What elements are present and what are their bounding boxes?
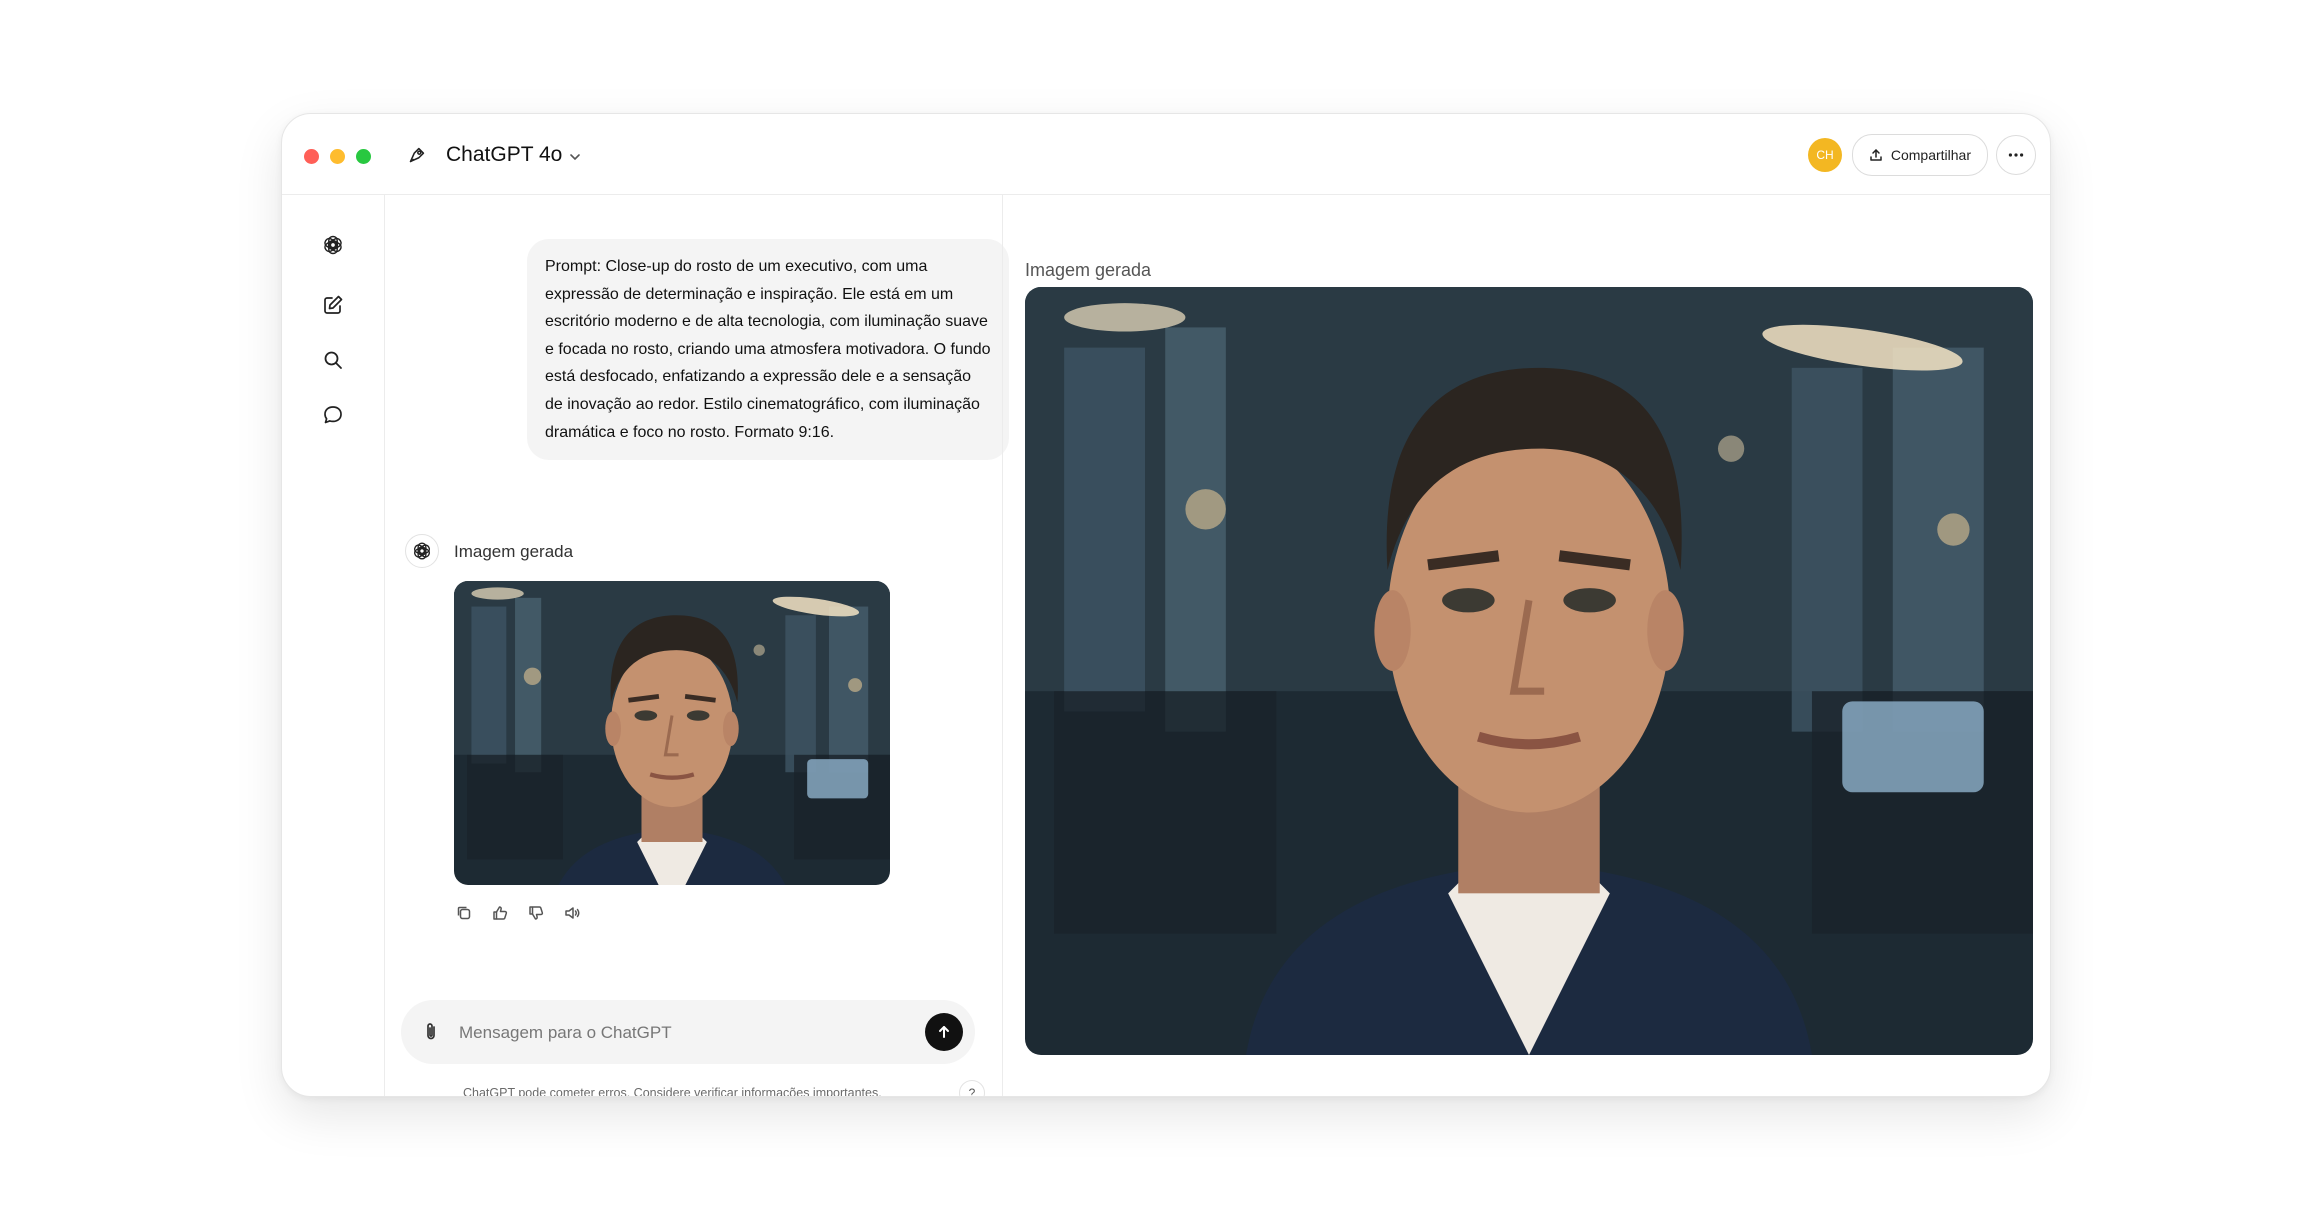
user-message: Prompt: Close-up do rosto de um executiv…: [527, 239, 1009, 461]
message-actions: [454, 903, 582, 923]
generated-image-large[interactable]: [1025, 287, 2033, 1055]
search-icon[interactable]: [320, 347, 346, 373]
share-button[interactable]: Compartilhar: [1851, 134, 1988, 176]
model-selector[interactable]: ChatGPT 4o: [446, 143, 562, 167]
minimize-window-button[interactable]: [330, 149, 345, 164]
thumbs-down-icon[interactable]: [526, 903, 546, 923]
new-chat-icon[interactable]: [320, 292, 346, 318]
message-input[interactable]: [457, 1016, 901, 1050]
sidebar: [282, 195, 385, 1096]
more-options-button[interactable]: [1996, 135, 2036, 175]
share-label: Compartilhar: [1890, 147, 1971, 163]
thumbs-up-icon[interactable]: [490, 903, 510, 923]
app-window: ChatGPT 4o CH Compartilhar Prompt: Close…: [281, 113, 2051, 1097]
title-bar: ChatGPT 4o CH Compartilhar: [282, 114, 2050, 195]
generated-image-thumbnail[interactable]: [454, 581, 890, 885]
chat-bubble-icon[interactable]: [320, 402, 346, 428]
avatar[interactable]: CH: [1808, 138, 1842, 172]
openai-logo-icon: [413, 542, 431, 560]
image-viewer-panel: Imagem gerada: [1002, 195, 2050, 1096]
help-button[interactable]: ?: [959, 1080, 985, 1096]
disclaimer-text: ChatGPT pode cometer erros. Considere ve…: [463, 1086, 882, 1097]
maximize-window-button[interactable]: [356, 149, 371, 164]
assistant-label: Imagem gerada: [454, 542, 574, 561]
arrow-up-icon: [939, 1026, 949, 1038]
speaker-icon[interactable]: [562, 903, 582, 923]
send-button[interactable]: [925, 1013, 963, 1051]
close-window-button[interactable]: [304, 149, 319, 164]
chevron-down-icon[interactable]: [568, 150, 582, 164]
ellipsis-icon: [2008, 153, 2024, 157]
upload-icon: [1870, 149, 1882, 161]
viewer-label: Imagem gerada: [1025, 260, 1152, 280]
assistant-avatar: [405, 534, 439, 568]
openai-logo-icon[interactable]: [320, 232, 346, 258]
copy-icon[interactable]: [454, 903, 474, 923]
chat-panel: Prompt: Close-up do rosto de um executiv…: [385, 195, 1009, 1097]
model-icon: [406, 144, 428, 166]
message-composer: [401, 1000, 975, 1064]
paperclip-icon[interactable]: [419, 1020, 443, 1044]
